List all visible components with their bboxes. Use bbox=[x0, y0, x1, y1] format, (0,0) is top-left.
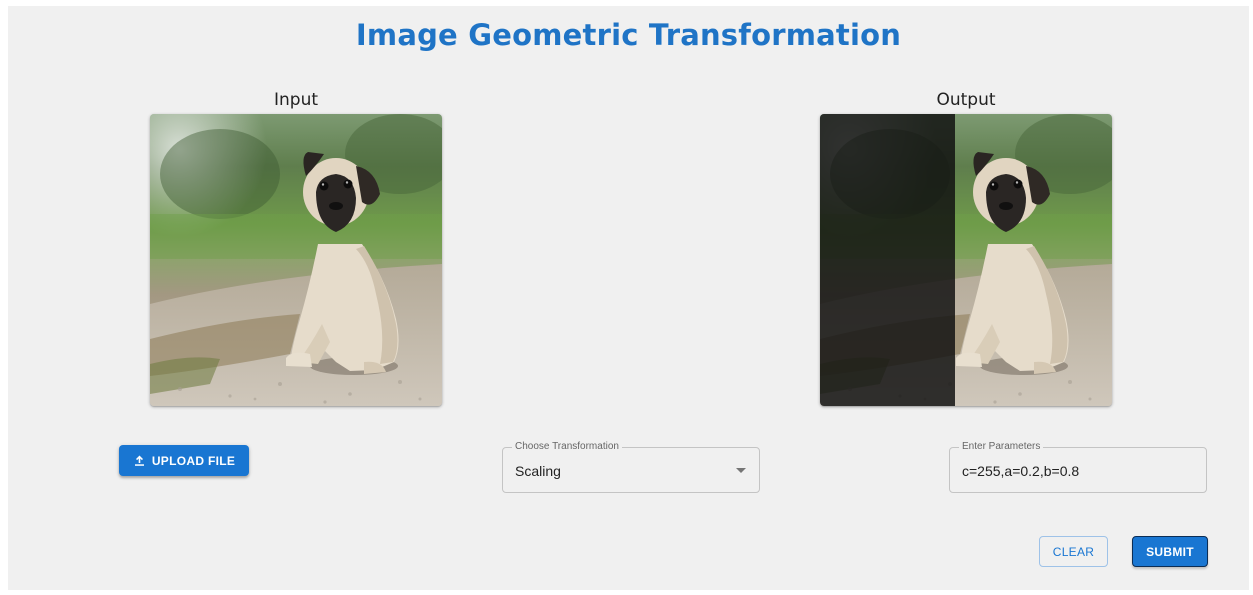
clear-button[interactable]: CLEAR bbox=[1039, 536, 1108, 567]
input-pug-image bbox=[150, 114, 442, 406]
output-image bbox=[820, 114, 1112, 406]
transformation-select-value: Scaling bbox=[515, 463, 561, 479]
parameters-input[interactable] bbox=[962, 463, 1192, 479]
output-pug-image bbox=[820, 114, 1112, 406]
app-root: Image Geometric Transformation Input Out… bbox=[8, 6, 1249, 590]
darkened-region bbox=[820, 114, 955, 406]
parameters-field-legend: Enter Parameters bbox=[959, 441, 1044, 453]
page-title: Image Geometric Transformation bbox=[355, 18, 902, 52]
transformation-select[interactable]: Choose Transformation Scaling bbox=[502, 441, 760, 493]
upload-file-label: UPLOAD FILE bbox=[151, 453, 236, 468]
input-image bbox=[150, 114, 442, 406]
upload-file-button[interactable]: UPLOAD FILE bbox=[119, 445, 249, 476]
transformation-select-legend: Choose Transformation bbox=[512, 441, 622, 453]
upload-icon bbox=[134, 455, 144, 466]
submit-button[interactable]: SUBMIT bbox=[1132, 536, 1208, 567]
output-label: Output bbox=[936, 90, 996, 110]
parameters-field[interactable]: Enter Parameters bbox=[949, 441, 1207, 493]
arrow-drop-down-icon bbox=[736, 468, 746, 473]
input-label: Input bbox=[273, 90, 319, 110]
